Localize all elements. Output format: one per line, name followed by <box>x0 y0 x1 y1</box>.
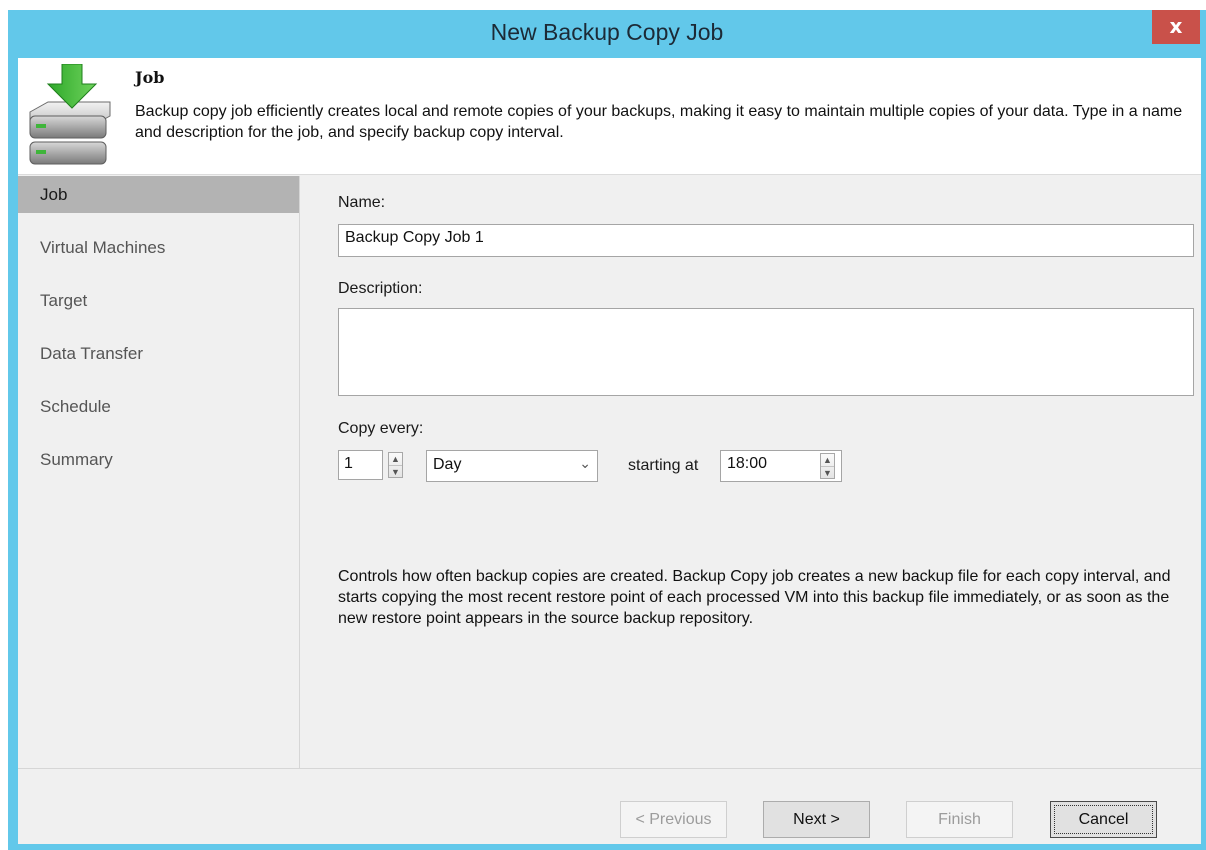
wizard-steps-sidebar: Job Virtual Machines Target Data Transfe… <box>18 176 300 768</box>
chevron-up-icon[interactable]: ▲ <box>821 454 834 466</box>
chevron-up-icon[interactable]: ▲ <box>389 453 402 465</box>
start-time-stepper[interactable]: ▲ ▼ <box>820 453 835 479</box>
window-title: New Backup Copy Job <box>490 19 724 45</box>
job-settings-panel: Name: Backup Copy Job 1 Description: Cop… <box>330 176 1194 768</box>
description-label: Description: <box>338 280 423 297</box>
name-label: Name: <box>338 194 386 211</box>
chevron-down-icon: ⌄ <box>579 455 591 471</box>
finish-button[interactable]: Finish <box>906 801 1013 838</box>
sidebar-item-data-transfer[interactable]: Data Transfer <box>18 335 299 372</box>
description-input[interactable] <box>338 308 1194 396</box>
interval-unit-select[interactable]: Day ⌄ <box>426 450 598 482</box>
wizard-footer: < Previous Next > Finish Cancel <box>18 768 1201 844</box>
starting-at-label: starting at <box>628 457 699 474</box>
sidebar-item-job[interactable]: Job <box>18 176 299 213</box>
sidebar-item-target[interactable]: Target <box>18 282 299 319</box>
wizard-window: New Backup Copy Job x Job Backup copy jo… <box>8 10 1206 850</box>
name-input[interactable]: Backup Copy Job 1 <box>338 224 1194 257</box>
sidebar-item-summary[interactable]: Summary <box>18 441 299 478</box>
sidebar-item-virtual-machines[interactable]: Virtual Machines <box>18 229 299 266</box>
focus-ring <box>1054 805 1153 834</box>
next-button[interactable]: Next > <box>763 801 870 838</box>
wizard-body: Job Backup copy job efficiently creates … <box>18 58 1201 844</box>
cancel-button[interactable]: Cancel <box>1050 801 1157 838</box>
copy-every-label: Copy every: <box>338 420 424 437</box>
chevron-down-icon[interactable]: ▼ <box>821 466 834 478</box>
previous-button[interactable]: < Previous <box>620 801 727 838</box>
backup-storage-icon <box>29 64 111 165</box>
start-time-value: 18:00 <box>727 455 768 472</box>
interval-help-text: Controls how often backup copies are cre… <box>338 568 1171 627</box>
title-bar[interactable]: New Backup Copy Job x <box>8 10 1206 56</box>
wizard-header: Job Backup copy job efficiently creates … <box>18 58 1201 175</box>
close-button[interactable]: x <box>1152 10 1200 44</box>
interval-input[interactable]: 1 <box>338 450 383 480</box>
step-title: Job <box>135 68 165 87</box>
chevron-down-icon[interactable]: ▼ <box>389 465 402 477</box>
interval-unit-value: Day <box>433 456 462 473</box>
interval-stepper[interactable]: ▲ ▼ <box>388 452 403 478</box>
sidebar-item-schedule[interactable]: Schedule <box>18 388 299 425</box>
step-description: Backup copy job efficiently creates loca… <box>135 103 1183 141</box>
